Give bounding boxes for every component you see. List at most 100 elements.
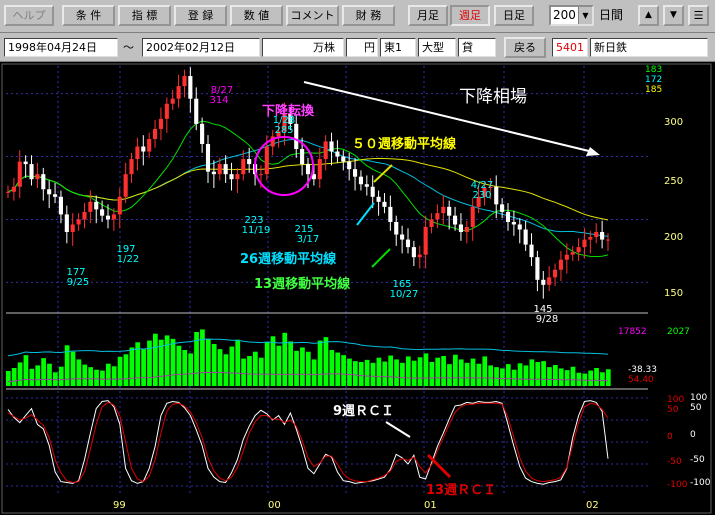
end-date-field[interactable]: 2002年02月12日 <box>142 38 260 57</box>
volume-bar <box>276 345 282 386</box>
volume-bar <box>58 366 64 386</box>
help-button[interactable]: ヘルプ <box>4 5 54 26</box>
volume-bar <box>141 349 146 386</box>
volume-bar <box>235 339 241 386</box>
volume-bar <box>376 357 382 386</box>
candle-body <box>553 269 558 278</box>
volume-bar <box>205 338 211 386</box>
rci9-label: 9週ＲＣＩ <box>333 404 394 419</box>
indicator-button[interactable]: 指 標 <box>118 5 171 26</box>
monthly-button[interactable]: 月足 <box>408 5 448 26</box>
volume-bar <box>523 365 529 386</box>
weekly-button[interactable]: 週足 <box>450 5 490 26</box>
volume-bar <box>41 358 46 386</box>
candle-body <box>588 237 593 240</box>
comment-button[interactable]: コメント <box>286 5 339 26</box>
volume-bar <box>270 336 276 386</box>
candle-body <box>58 196 63 215</box>
volume-bar <box>405 356 411 386</box>
x-tick-label: 01 <box>424 500 437 511</box>
back-button[interactable]: 戻る <box>504 37 546 58</box>
candle-body <box>341 156 346 162</box>
volume-bar <box>117 356 123 386</box>
volume-bar <box>500 368 505 386</box>
candle-body <box>541 279 546 285</box>
volume-bar <box>217 349 223 386</box>
candle-body <box>558 259 563 270</box>
volume-bar <box>17 362 23 386</box>
currency-field: 円 <box>346 38 378 57</box>
volume-bar <box>370 362 376 386</box>
volume-bar <box>511 369 517 386</box>
volume-bar <box>5 371 11 386</box>
credit-field: 貸 <box>458 38 496 57</box>
rci-tick-label: 0 <box>667 432 673 442</box>
volume-bar <box>311 359 317 386</box>
date-separator: ～ <box>123 41 134 54</box>
volume-bar <box>129 347 135 386</box>
candle-body <box>388 206 393 222</box>
scroll-down-button[interactable]: ▼ <box>663 5 684 26</box>
stock-code-field[interactable]: 5401 <box>552 38 588 57</box>
numeric-button[interactable]: 数 値 <box>230 5 283 26</box>
volume-bar <box>400 362 405 386</box>
volume-bar <box>23 355 29 386</box>
candle-body <box>576 247 581 253</box>
stock-name-field: 新日鉄 <box>590 38 708 57</box>
condition-button[interactable]: 条 件 <box>62 5 115 26</box>
candle-body <box>82 211 87 220</box>
candle-body <box>605 239 611 241</box>
volume-bar <box>576 372 582 386</box>
volume-bar <box>558 368 564 386</box>
volume-bar <box>35 365 41 386</box>
volume-bar <box>88 367 94 386</box>
volume-bar <box>47 363 52 386</box>
candle-body <box>47 189 52 195</box>
candle-body <box>447 206 452 216</box>
rci-tick-label: 100 <box>690 393 707 403</box>
rci-tick-label: 0 <box>690 430 696 440</box>
financial-button[interactable]: 財 務 <box>342 5 395 26</box>
menu-button[interactable]: ☰ <box>688 5 709 26</box>
candle-body <box>200 123 205 144</box>
volume-bar <box>188 353 194 386</box>
candle-body <box>94 201 99 210</box>
candle-body <box>464 226 469 233</box>
candle-body <box>88 201 93 212</box>
candle-body <box>182 76 187 87</box>
period-select[interactable]: 200 ▼ <box>549 5 594 26</box>
volume-bar <box>282 332 288 386</box>
candle-body <box>211 171 216 175</box>
volume-bar <box>241 358 246 386</box>
ma50-label: ５０週移動平均線 <box>352 136 457 152</box>
volume-bar <box>164 335 170 386</box>
stock-chart: 300 250 200 150 183 172 185 17852 2027 -… <box>0 62 715 515</box>
scroll-up-button[interactable]: ▲ <box>638 5 659 26</box>
volume-bar <box>458 359 464 386</box>
rci-tick-label: -50 <box>690 455 705 465</box>
candle-body <box>529 244 534 258</box>
candle-body <box>76 219 81 225</box>
chart-background <box>0 62 715 515</box>
candle-body <box>223 164 228 175</box>
x-tick-label: 02 <box>586 500 599 511</box>
candle-body <box>423 226 428 255</box>
chevron-down-icon[interactable]: ▼ <box>578 7 592 24</box>
start-date-field[interactable]: 1998年04月24日 <box>4 38 118 57</box>
x-tick-label: 99 <box>113 500 126 511</box>
candle-body <box>323 141 328 160</box>
volume-bar <box>111 366 117 386</box>
volume-bar <box>258 357 264 386</box>
candle-body <box>100 209 105 216</box>
y-tick-label: 250 <box>664 176 683 187</box>
rci13-value-label: 54.40 <box>628 375 654 385</box>
candle-body <box>258 174 263 176</box>
register-button[interactable]: 登 録 <box>174 5 227 26</box>
volume-bar <box>147 340 152 386</box>
volume-bar <box>358 362 364 386</box>
candle-body <box>500 204 505 212</box>
volume-bar <box>535 362 541 386</box>
candle-body <box>135 146 140 160</box>
candle-body <box>158 118 163 129</box>
daily-button[interactable]: 日足 <box>494 5 534 26</box>
